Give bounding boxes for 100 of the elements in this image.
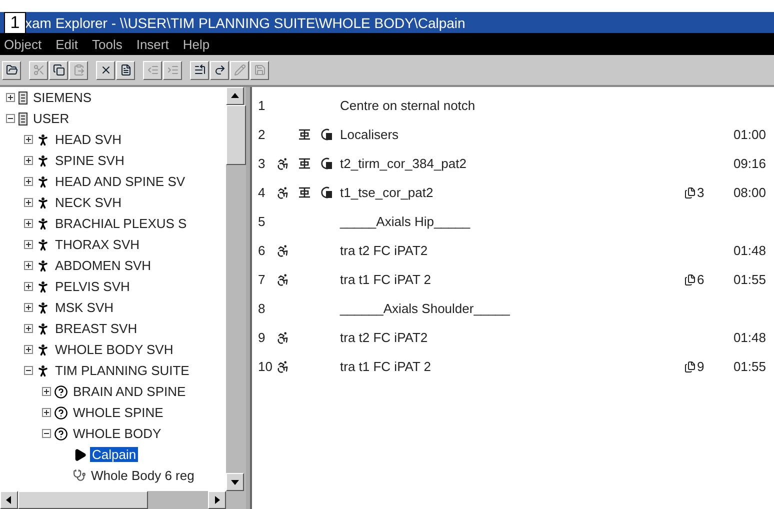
help-icon (54, 406, 68, 420)
step-name[interactable]: _____Axials Hip_____ (340, 214, 684, 229)
copies-icon (684, 274, 696, 286)
step-name[interactable]: ______Axials Shoulder_____ (340, 301, 684, 316)
tree-item[interactable]: ABDOMEN SVH (53, 258, 154, 273)
copies-count: 9 (697, 359, 704, 374)
expand-toggle[interactable] (24, 198, 33, 207)
toolbar-button[interactable] (49, 60, 68, 80)
toolbar-button[interactable] (190, 60, 209, 80)
step-name[interactable]: tra t1 FC iPAT 2 (340, 359, 684, 374)
table-icon (298, 186, 311, 199)
menu-item[interactable]: Insert (136, 36, 169, 52)
expand-toggle[interactable] (24, 240, 33, 249)
vertical-scrollbar[interactable] (226, 87, 246, 491)
step-name[interactable]: Localisers (340, 127, 684, 142)
person-icon (36, 132, 50, 146)
help-icon (54, 384, 68, 398)
tree-item[interactable]: THORAX SVH (53, 237, 142, 252)
tree-item[interactable]: BRACHIAL PLEXUS S (53, 216, 189, 231)
step-number: 9 (258, 330, 266, 345)
person-icon (36, 322, 50, 336)
scroll-right-button[interactable] (208, 491, 226, 509)
step-name[interactable]: tra t2 FC iPAT2 (340, 243, 684, 258)
person-icon (36, 154, 50, 168)
tree-item[interactable]: WHOLE BODY (71, 426, 164, 441)
collapse-toggle[interactable] (6, 114, 15, 123)
tree-item[interactable]: SPINE SVH (53, 153, 126, 168)
step-duration: 01:48 (733, 330, 766, 345)
step-name[interactable]: t2_tirm_cor_384_pat2 (340, 156, 684, 171)
collapse-toggle[interactable] (42, 429, 51, 438)
expand-toggle[interactable] (24, 345, 33, 354)
step-duration: 09:16 (733, 156, 766, 171)
tree-item[interactable]: Calpain (90, 447, 138, 462)
step-name[interactable]: Centre on sternal notch (340, 98, 684, 113)
scroll-down-button[interactable] (226, 473, 244, 491)
tree-item[interactable]: WHOLE SPINE (71, 405, 166, 420)
tree-item[interactable]: BRAIN AND SPINE (71, 384, 188, 399)
person-icon (36, 300, 50, 314)
scroll-up-button[interactable] (226, 87, 244, 105)
expand-toggle[interactable] (6, 93, 15, 102)
person-icon (36, 216, 50, 230)
tree-item[interactable]: HEAD SVH (53, 132, 124, 147)
step-number: 2 (258, 127, 266, 142)
outdent-icon (146, 64, 158, 76)
step-number: 5 (258, 214, 266, 229)
copies-count: 3 (697, 185, 704, 200)
toolbar-button[interactable] (96, 60, 115, 80)
server-icon (18, 90, 28, 104)
person-icon (276, 360, 290, 374)
expand-toggle[interactable] (24, 219, 33, 228)
step-name[interactable]: t1_tse_cor_pat2 (340, 185, 684, 200)
toolbar-button[interactable] (210, 60, 229, 80)
tree-item[interactable]: BREAST SVH (53, 321, 140, 336)
person-icon (276, 272, 290, 286)
tree-item[interactable]: MSK SVH (53, 300, 116, 315)
tree-item[interactable]: PELVIS SVH (53, 279, 132, 294)
scroll-left-button[interactable] (0, 491, 18, 509)
menu-item[interactable]: Object (4, 36, 42, 52)
menu-item[interactable]: Edit (56, 36, 78, 52)
tree-item[interactable]: Whole Body 6 reg (89, 468, 196, 483)
step-duration: 01:55 (733, 272, 766, 287)
tree-item[interactable]: WHOLE BODY SVH (53, 342, 176, 357)
collapse-toggle[interactable] (24, 366, 33, 375)
menu-item[interactable]: Help (182, 36, 210, 52)
expand-toggle[interactable] (42, 408, 51, 417)
arrow-icon (4, 495, 14, 505)
scroll-thumb[interactable] (226, 105, 246, 165)
document-icon (120, 64, 132, 76)
toolbar-button[interactable] (2, 60, 21, 80)
step-number: 3 (258, 156, 266, 171)
expand-toggle[interactable] (24, 135, 33, 144)
tree-item[interactable]: SIEMENS (31, 90, 94, 105)
person-icon (276, 156, 290, 170)
folder-icon (6, 64, 18, 76)
person-icon (36, 196, 50, 210)
paste-icon (72, 64, 84, 76)
tree-item[interactable]: USER (31, 111, 72, 126)
scissors-icon (32, 64, 44, 76)
step-name[interactable]: tra t1 FC iPAT 2 (340, 272, 684, 287)
coil-icon (320, 186, 333, 199)
person-icon (36, 364, 50, 378)
expand-toggle[interactable] (24, 303, 33, 312)
expand-toggle[interactable] (24, 324, 33, 333)
tree-item[interactable]: HEAD AND SPINE SV (53, 174, 188, 189)
copies-icon (684, 186, 696, 198)
person-icon (36, 280, 50, 294)
table-icon (298, 157, 311, 170)
scroll-thumb[interactable] (18, 491, 148, 509)
step-name[interactable]: tra t2 FC iPAT2 (340, 330, 684, 345)
menu-item[interactable]: Tools (92, 36, 122, 52)
copies-count: 6 (697, 272, 704, 287)
expand-toggle[interactable] (24, 261, 33, 270)
tree-item[interactable]: NECK SVH (53, 195, 124, 210)
expand-toggle[interactable] (42, 387, 51, 396)
tree-item[interactable]: TIM PLANNING SUITE (53, 363, 192, 378)
expand-toggle[interactable] (24, 282, 33, 291)
horizontal-scrollbar[interactable] (0, 491, 246, 509)
expand-toggle[interactable] (24, 177, 33, 186)
toolbar-button[interactable] (116, 60, 135, 80)
expand-toggle[interactable] (24, 156, 33, 165)
